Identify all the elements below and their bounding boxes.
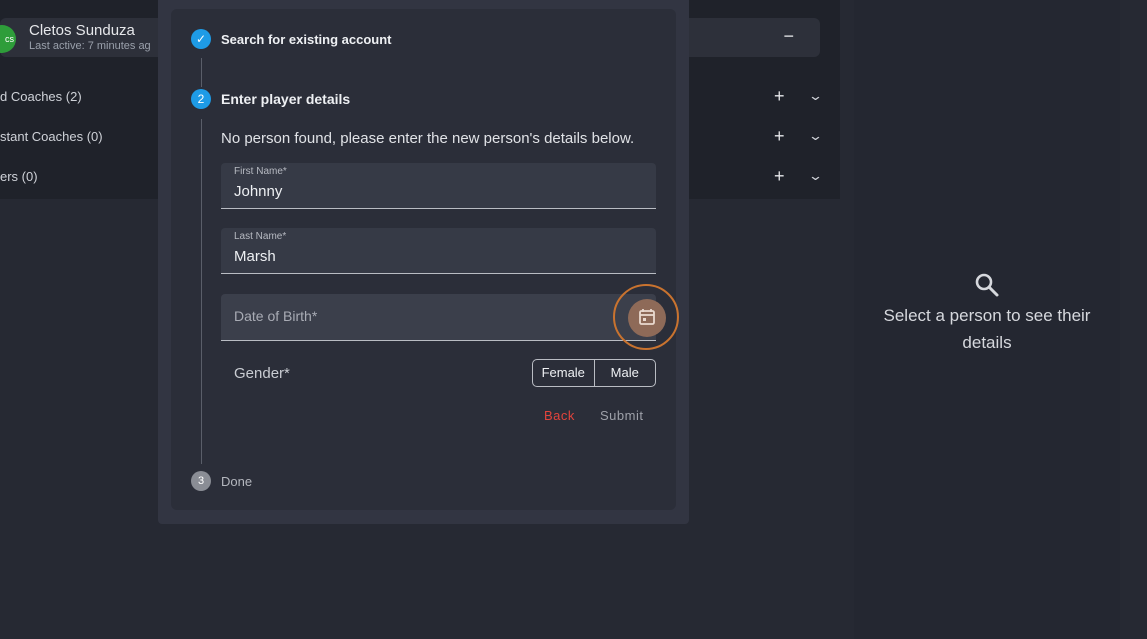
chevron-down-icon[interactable]: ⌄ bbox=[808, 88, 823, 104]
gender-toggle: Female Male bbox=[532, 359, 656, 387]
calendar-icon bbox=[639, 309, 655, 325]
step-title-done: Done bbox=[221, 474, 253, 489]
no-person-found-message: No person found, please enter the new pe… bbox=[221, 130, 635, 147]
last-active-text: Last active: 7 minutes ag bbox=[29, 40, 151, 52]
gender-label: Gender* bbox=[234, 365, 290, 382]
role-label: stant Coaches (0) bbox=[0, 129, 103, 144]
role-label: ers (0) bbox=[0, 169, 38, 184]
step-title-search: Search for existing account bbox=[221, 32, 392, 47]
stepper-card: ✓ Search for existing account 2 Enter pl… bbox=[171, 9, 679, 510]
step-connector bbox=[201, 58, 202, 87]
submit-button[interactable]: Submit bbox=[600, 408, 643, 423]
back-button[interactable]: Back bbox=[544, 408, 575, 423]
add-player-dialog: ✓ Search for existing account 2 Enter pl… bbox=[158, 0, 689, 524]
chevron-down-icon[interactable]: ⌄ bbox=[808, 168, 823, 184]
role-label: d Coaches (2) bbox=[0, 89, 82, 104]
step-title-details: Enter player details bbox=[221, 91, 351, 107]
calendar-button[interactable] bbox=[613, 284, 679, 350]
avatar: cs bbox=[0, 25, 16, 53]
add-icon[interactable]: + bbox=[774, 126, 785, 147]
gender-option-male[interactable]: Male bbox=[593, 360, 656, 386]
chevron-down-icon[interactable]: ⌄ bbox=[808, 128, 823, 144]
add-icon[interactable]: + bbox=[774, 86, 785, 107]
field-label: Last Name* bbox=[234, 231, 287, 242]
field-label: First Name* bbox=[234, 166, 287, 177]
empty-state-message: Select a person to see their details bbox=[883, 306, 1091, 352]
gender-option-female[interactable]: Female bbox=[533, 360, 594, 386]
step-complete-icon: ✓ bbox=[191, 29, 211, 49]
step-connector bbox=[201, 119, 202, 464]
step-number-badge: 2 bbox=[191, 89, 211, 109]
last-name-field[interactable]: Last Name* Marsh bbox=[221, 228, 656, 274]
step-number-badge: 3 bbox=[191, 471, 211, 491]
calendar-button-fill bbox=[628, 299, 666, 337]
first-name-field[interactable]: First Name* Johnny bbox=[221, 163, 656, 209]
last-name-input[interactable]: Marsh bbox=[234, 248, 276, 265]
first-name-input[interactable]: Johnny bbox=[234, 183, 282, 200]
add-icon[interactable]: + bbox=[774, 166, 785, 187]
right-strip bbox=[1120, 0, 1147, 639]
collapse-button[interactable]: − bbox=[783, 26, 794, 47]
date-of-birth-field[interactable]: Date of Birth* bbox=[221, 294, 656, 341]
date-of-birth-placeholder: Date of Birth* bbox=[234, 308, 318, 324]
search-icon bbox=[975, 273, 999, 297]
person-name: Cletos Sunduza bbox=[29, 22, 135, 39]
